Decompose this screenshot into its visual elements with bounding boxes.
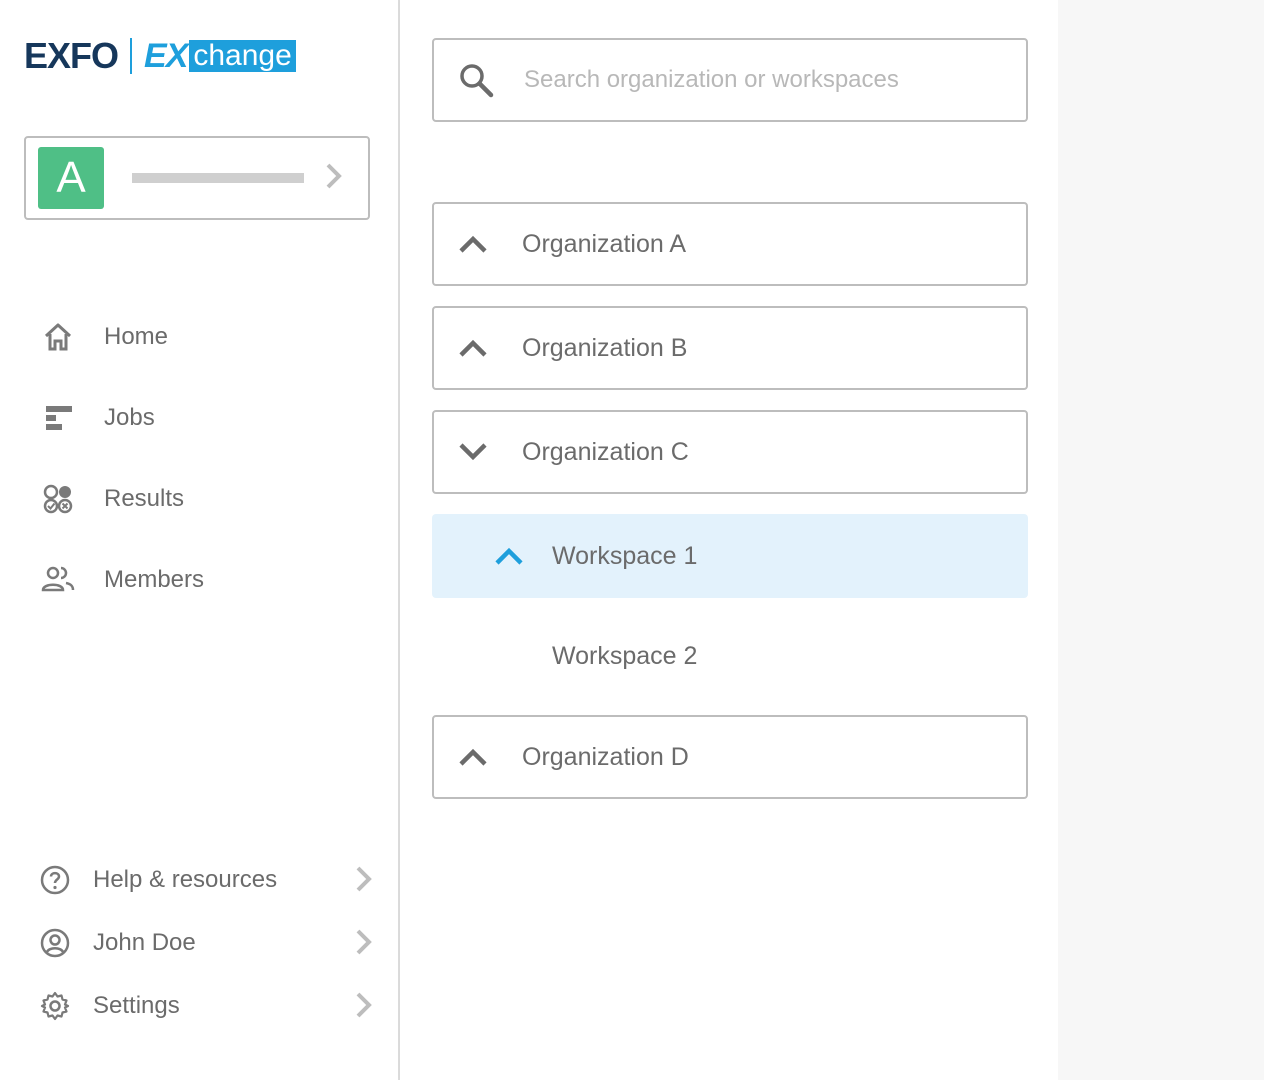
organization-row-c[interactable]: Organization C [432, 410, 1028, 494]
logo-ex-text: EX [144, 37, 188, 75]
logo-divider [130, 38, 133, 74]
gear-icon [38, 989, 72, 1023]
footer-label: John Doe [93, 928, 196, 956]
nav-item-home[interactable]: Home [40, 296, 204, 377]
logo-change-text: change [189, 40, 296, 72]
organization-label: Organization C [522, 437, 689, 466]
search-input[interactable] [524, 66, 984, 94]
footer-label: Settings [93, 991, 180, 1019]
user-icon [38, 926, 72, 960]
app-root: EXFO EX change A Home Jobs Results Membe… [0, 0, 1264, 1080]
nav-item-members[interactable]: Members [40, 539, 204, 620]
chevron-right-icon [324, 162, 344, 195]
footer-item-user[interactable]: John Doe [38, 911, 374, 974]
nav-item-results[interactable]: Results [40, 458, 204, 539]
footer-item-help[interactable]: Help & resources [38, 848, 374, 911]
logo: EXFO EX change [24, 36, 296, 76]
help-icon [38, 863, 72, 897]
chevron-down-icon [458, 437, 488, 467]
organization-avatar: A [38, 147, 104, 209]
workspace-row-2[interactable]: Workspace 2 [432, 614, 1028, 698]
logo-exfo-text: EXFO [24, 35, 119, 76]
chevron-right-icon [354, 991, 374, 1024]
footer-item-settings[interactable]: Settings [38, 974, 374, 1037]
nav-label: Jobs [104, 403, 155, 431]
nav-item-jobs[interactable]: Jobs [40, 377, 204, 458]
chevron-right-icon [354, 928, 374, 961]
chevron-up-icon [458, 229, 488, 259]
organization-label: Organization A [522, 229, 686, 258]
workspace-label: Workspace 1 [552, 541, 698, 570]
jobs-icon [40, 400, 76, 436]
nav-label: Results [104, 484, 185, 512]
home-icon [40, 319, 76, 355]
main-nav: Home Jobs Results Members [40, 296, 204, 620]
organization-row-d[interactable]: Organization D [432, 715, 1028, 799]
organization-label: Organization D [522, 742, 689, 771]
sidebar: EXFO EX change A Home Jobs Results Membe… [0, 0, 400, 1080]
organization-row-a[interactable]: Organization A [432, 202, 1028, 286]
content-background [1058, 0, 1264, 1080]
nav-label: Members [104, 565, 205, 593]
chevron-up-icon [458, 742, 488, 772]
organization-switcher[interactable]: A [24, 136, 370, 220]
results-icon [40, 481, 76, 517]
chevron-up-icon [458, 333, 488, 363]
footer-label: Help & resources [93, 865, 278, 893]
organization-panel: Organization A Organization B Organizati… [400, 0, 1058, 1080]
organization-row-b[interactable]: Organization B [432, 306, 1028, 390]
nav-label: Home [104, 322, 169, 350]
workspace-label: Workspace 2 [552, 641, 698, 670]
organization-name-placeholder [132, 173, 304, 183]
search-box[interactable] [432, 38, 1028, 122]
members-icon [40, 562, 76, 598]
chevron-right-icon [354, 865, 374, 898]
workspace-row-1[interactable]: Workspace 1 [432, 514, 1028, 598]
search-icon [456, 60, 496, 100]
chevron-up-icon [494, 541, 524, 571]
organization-label: Organization B [522, 333, 688, 362]
footer-nav: Help & resources John Doe Settings [38, 848, 374, 1037]
